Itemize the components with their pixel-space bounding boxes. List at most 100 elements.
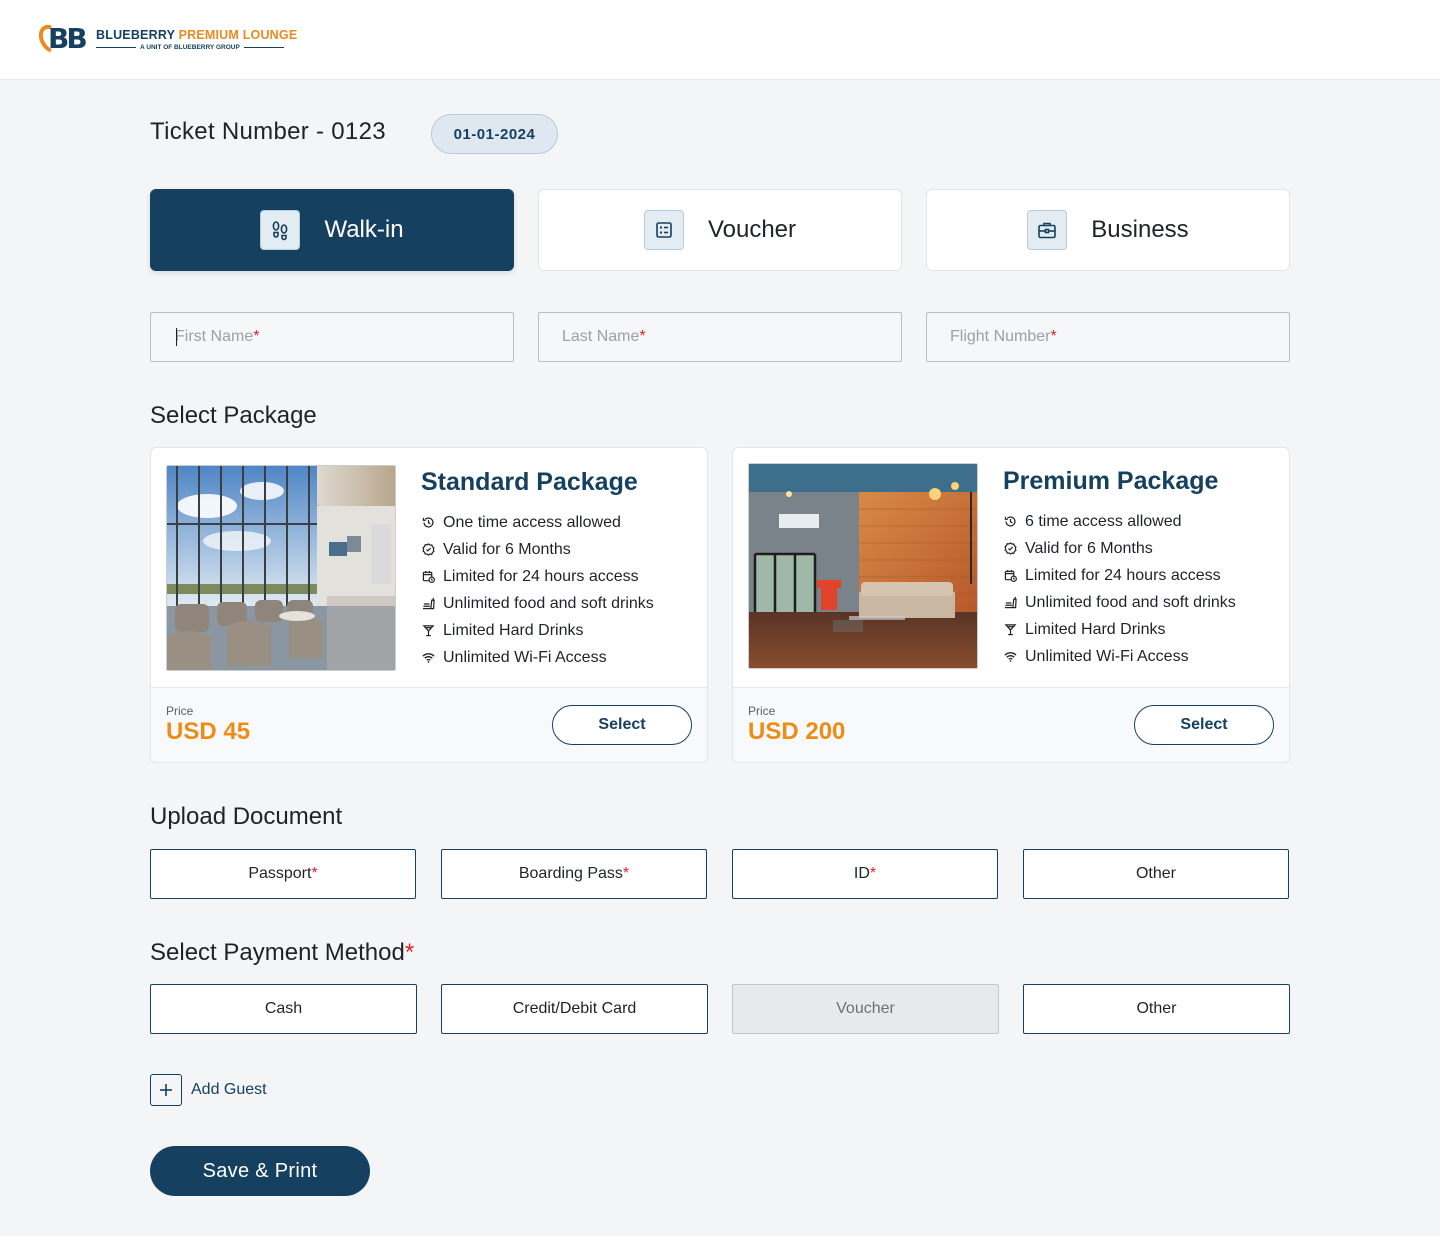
required-asterisk: * <box>404 939 415 966</box>
package-price: USD 45 <box>166 718 251 745</box>
save-print-button[interactable]: Save & Print <box>150 1146 370 1196</box>
required-asterisk: * <box>622 865 630 882</box>
history-icon <box>421 516 435 530</box>
package-feature-text: Unlimited Wi-Fi Access <box>1025 647 1189 665</box>
ticket-date-badge: 01-01-2024 <box>431 114 558 154</box>
package-feature: Limited for 24 hours access <box>1003 562 1236 589</box>
upload-id-button[interactable]: ID * <box>732 849 998 899</box>
payment-card-button[interactable]: Credit/Debit Card <box>441 984 708 1034</box>
history-icon <box>1003 515 1017 529</box>
payment-method-title: Select Payment Method* <box>150 939 414 967</box>
price-label: Price <box>748 704 776 718</box>
logo-name-primary: BLUEBERRY <box>96 27 175 42</box>
package-feature: One time access allowed <box>421 509 654 536</box>
voucher-list-icon <box>643 210 684 250</box>
upload-document-title: Upload Document <box>150 803 343 830</box>
package-feature-text: Unlimited food and soft drinks <box>443 594 654 612</box>
logo-tagline: A UNIT OF BLUEBERRY GROUP <box>140 43 240 51</box>
tab-walk-in[interactable]: Walk-in <box>150 189 514 271</box>
logo-tagline-row: A UNIT OF BLUEBERRY GROUP <box>96 43 297 52</box>
tab-voucher[interactable]: Voucher <box>538 189 902 271</box>
verified-badge-icon <box>421 543 435 557</box>
text-caret <box>176 328 177 346</box>
last-name-input[interactable] <box>538 312 902 362</box>
logo-text: BLUEBERRY PREMIUM LOUNGE A UNIT OF BLUEB… <box>96 27 297 52</box>
briefcase-icon <box>1027 210 1068 250</box>
brand-logo[interactable]: BB BLUEBERRY PREMIUM LOUNGE A UNIT OF BL… <box>33 20 297 58</box>
package-feature-text: Valid for 6 Months <box>443 540 571 558</box>
logo-monogram: BB <box>48 22 88 55</box>
package-feature: Valid for 6 Months <box>421 536 654 563</box>
upload-passport-label: Passport <box>248 865 312 882</box>
tab-business-label: Business <box>1091 216 1189 243</box>
package-feature: Limited for 24 hours access <box>421 563 654 590</box>
package-feature-text: Limited Hard Drinks <box>443 621 584 639</box>
payment-voucher-button: Voucher <box>732 984 999 1034</box>
payment-method-title-text: Select Payment Method <box>150 939 405 966</box>
package-feature: Valid for 6 Months <box>1003 535 1236 562</box>
upload-boarding-pass-button[interactable]: Boarding Pass * <box>441 849 707 899</box>
package-card-standard[interactable]: Standard Package One time access allowed… <box>150 447 708 763</box>
wifi-icon <box>421 651 435 665</box>
package-feature-text: 6 time access allowed <box>1025 512 1182 530</box>
package-footer: Price USD 45 Select <box>151 687 707 762</box>
verified-badge-icon <box>1003 542 1017 556</box>
payment-cash-button[interactable]: Cash <box>150 984 417 1034</box>
package-feature: Unlimited Wi-Fi Access <box>421 644 654 671</box>
package-feature: Unlimited Wi-Fi Access <box>1003 643 1236 670</box>
package-feature: Unlimited food and soft drinks <box>421 590 654 617</box>
package-feature-text: Valid for 6 Months <box>1025 539 1153 557</box>
logo-name-accent: PREMIUM LOUNGE <box>178 27 298 42</box>
package-feature-list: 6 time access allowed Valid for 6 Months… <box>1003 508 1236 670</box>
upload-other-button[interactable]: Other <box>1023 849 1289 899</box>
package-feature: 6 time access allowed <box>1003 508 1236 535</box>
package-feature-text: Unlimited food and soft drinks <box>1025 593 1236 611</box>
upload-boarding-pass-label: Boarding Pass <box>518 865 623 882</box>
wifi-icon <box>1003 650 1017 664</box>
premium-package-photo <box>748 463 978 669</box>
package-feature-text: Unlimited Wi-Fi Access <box>443 648 607 666</box>
tagline-rule-right <box>243 46 284 48</box>
logo-mark: BB <box>33 20 94 58</box>
select-package-title: Select Package <box>150 402 317 429</box>
required-asterisk: * <box>311 865 318 882</box>
package-feature-text: Limited Hard Drinks <box>1025 620 1166 638</box>
select-standard-package-button[interactable]: Select <box>552 705 692 745</box>
package-feature-text: One time access allowed <box>443 513 621 531</box>
package-footer: Price USD 200 Select <box>733 687 1289 762</box>
food-drink-icon <box>1003 596 1017 610</box>
package-price: USD 200 <box>748 718 846 745</box>
required-asterisk: * <box>869 865 877 882</box>
plus-icon <box>150 1074 182 1106</box>
tab-voucher-label: Voucher <box>707 216 797 243</box>
footsteps-icon <box>260 210 301 250</box>
cocktail-icon <box>421 624 435 638</box>
food-drink-icon <box>421 597 435 611</box>
add-guest-button[interactable]: Add Guest <box>150 1074 267 1106</box>
cocktail-icon <box>1003 623 1017 637</box>
select-premium-package-button[interactable]: Select <box>1134 705 1274 745</box>
package-name: Premium Package <box>1003 467 1219 495</box>
payment-other-button[interactable]: Other <box>1023 984 1290 1034</box>
upload-passport-button[interactable]: Passport * <box>150 849 416 899</box>
package-feature: Limited Hard Drinks <box>421 617 654 644</box>
logo-wordmark: BLUEBERRY PREMIUM LOUNGE <box>96 27 297 43</box>
upload-id-label: ID <box>853 865 870 882</box>
price-label: Price <box>166 704 194 718</box>
flight-number-input[interactable] <box>926 312 1290 362</box>
package-feature-text: Limited for 24 hours access <box>1025 566 1221 584</box>
ticket-title: Ticket Number - 0123 <box>150 118 386 145</box>
standard-package-photo <box>166 465 396 671</box>
package-feature: Limited Hard Drinks <box>1003 616 1236 643</box>
upload-other-label: Other <box>1135 865 1176 882</box>
tab-business[interactable]: Business <box>926 189 1290 271</box>
calendar-clock-icon <box>1003 569 1017 583</box>
calendar-clock-icon <box>421 570 435 584</box>
package-card-premium[interactable]: Premium Package 6 time access allowed Va… <box>732 447 1290 763</box>
add-guest-label: Add Guest <box>191 1081 267 1098</box>
package-name: Standard Package <box>421 468 638 496</box>
package-feature: Unlimited food and soft drinks <box>1003 589 1236 616</box>
top-bar: BB BLUEBERRY PREMIUM LOUNGE A UNIT OF BL… <box>0 0 1440 80</box>
first-name-input[interactable] <box>150 312 514 362</box>
tagline-rule-left <box>96 46 136 48</box>
